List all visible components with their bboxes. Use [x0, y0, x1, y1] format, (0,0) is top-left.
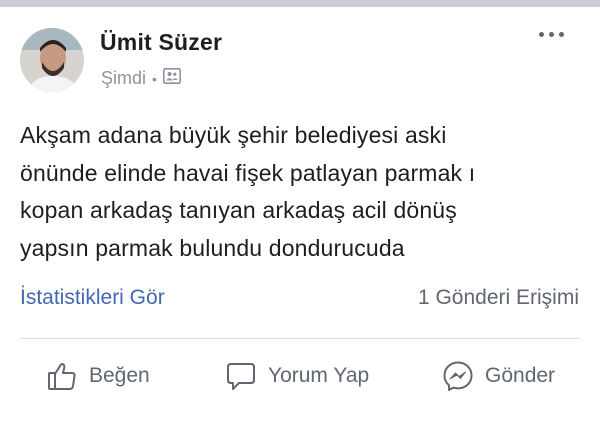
author-name[interactable]: Ümit Süzer [100, 29, 222, 56]
action-divider [20, 338, 580, 339]
view-insights-link[interactable]: İstatistikleri Gör [20, 286, 165, 310]
avatar-photo [20, 28, 84, 92]
more-dot [549, 32, 554, 37]
post-reach-count[interactable]: 1 Gönderi Erişimi [418, 286, 579, 310]
comment-button[interactable]: Yorum Yap [224, 356, 369, 396]
friends-audience-icon[interactable] [162, 68, 181, 89]
post-meta: Şimdi • [101, 68, 181, 89]
post-text: Akşam adana büyük şehir belediyesi aski … [20, 117, 580, 267]
comment-bubble-icon [224, 359, 258, 393]
post-timestamp[interactable]: Şimdi [101, 68, 146, 89]
more-dot [539, 32, 544, 37]
top-border [0, 0, 600, 7]
messenger-icon [441, 359, 475, 393]
comment-label: Yorum Yap [268, 364, 370, 387]
thumbs-up-icon [45, 359, 79, 393]
more-options-icon[interactable] [539, 32, 564, 37]
author-avatar[interactable] [20, 28, 84, 92]
send-label: Gönder [485, 364, 556, 387]
send-button[interactable]: Gönder [441, 356, 555, 396]
post-text-line: Akşam adana büyük şehir belediyesi aski [20, 122, 447, 148]
post-text-line: önünde elinde havai fişek patlayan parma… [20, 159, 476, 186]
like-button[interactable]: Beğen [45, 356, 150, 396]
post-text-line: kopan arkadaş tanıyan arkadaş acil dönüş [20, 197, 457, 223]
meta-separator: • [152, 70, 157, 87]
like-label: Beğen [89, 364, 150, 387]
post-text-line: yapsın parmak bulundu dondurucuda [20, 234, 405, 261]
more-dot [559, 32, 564, 37]
